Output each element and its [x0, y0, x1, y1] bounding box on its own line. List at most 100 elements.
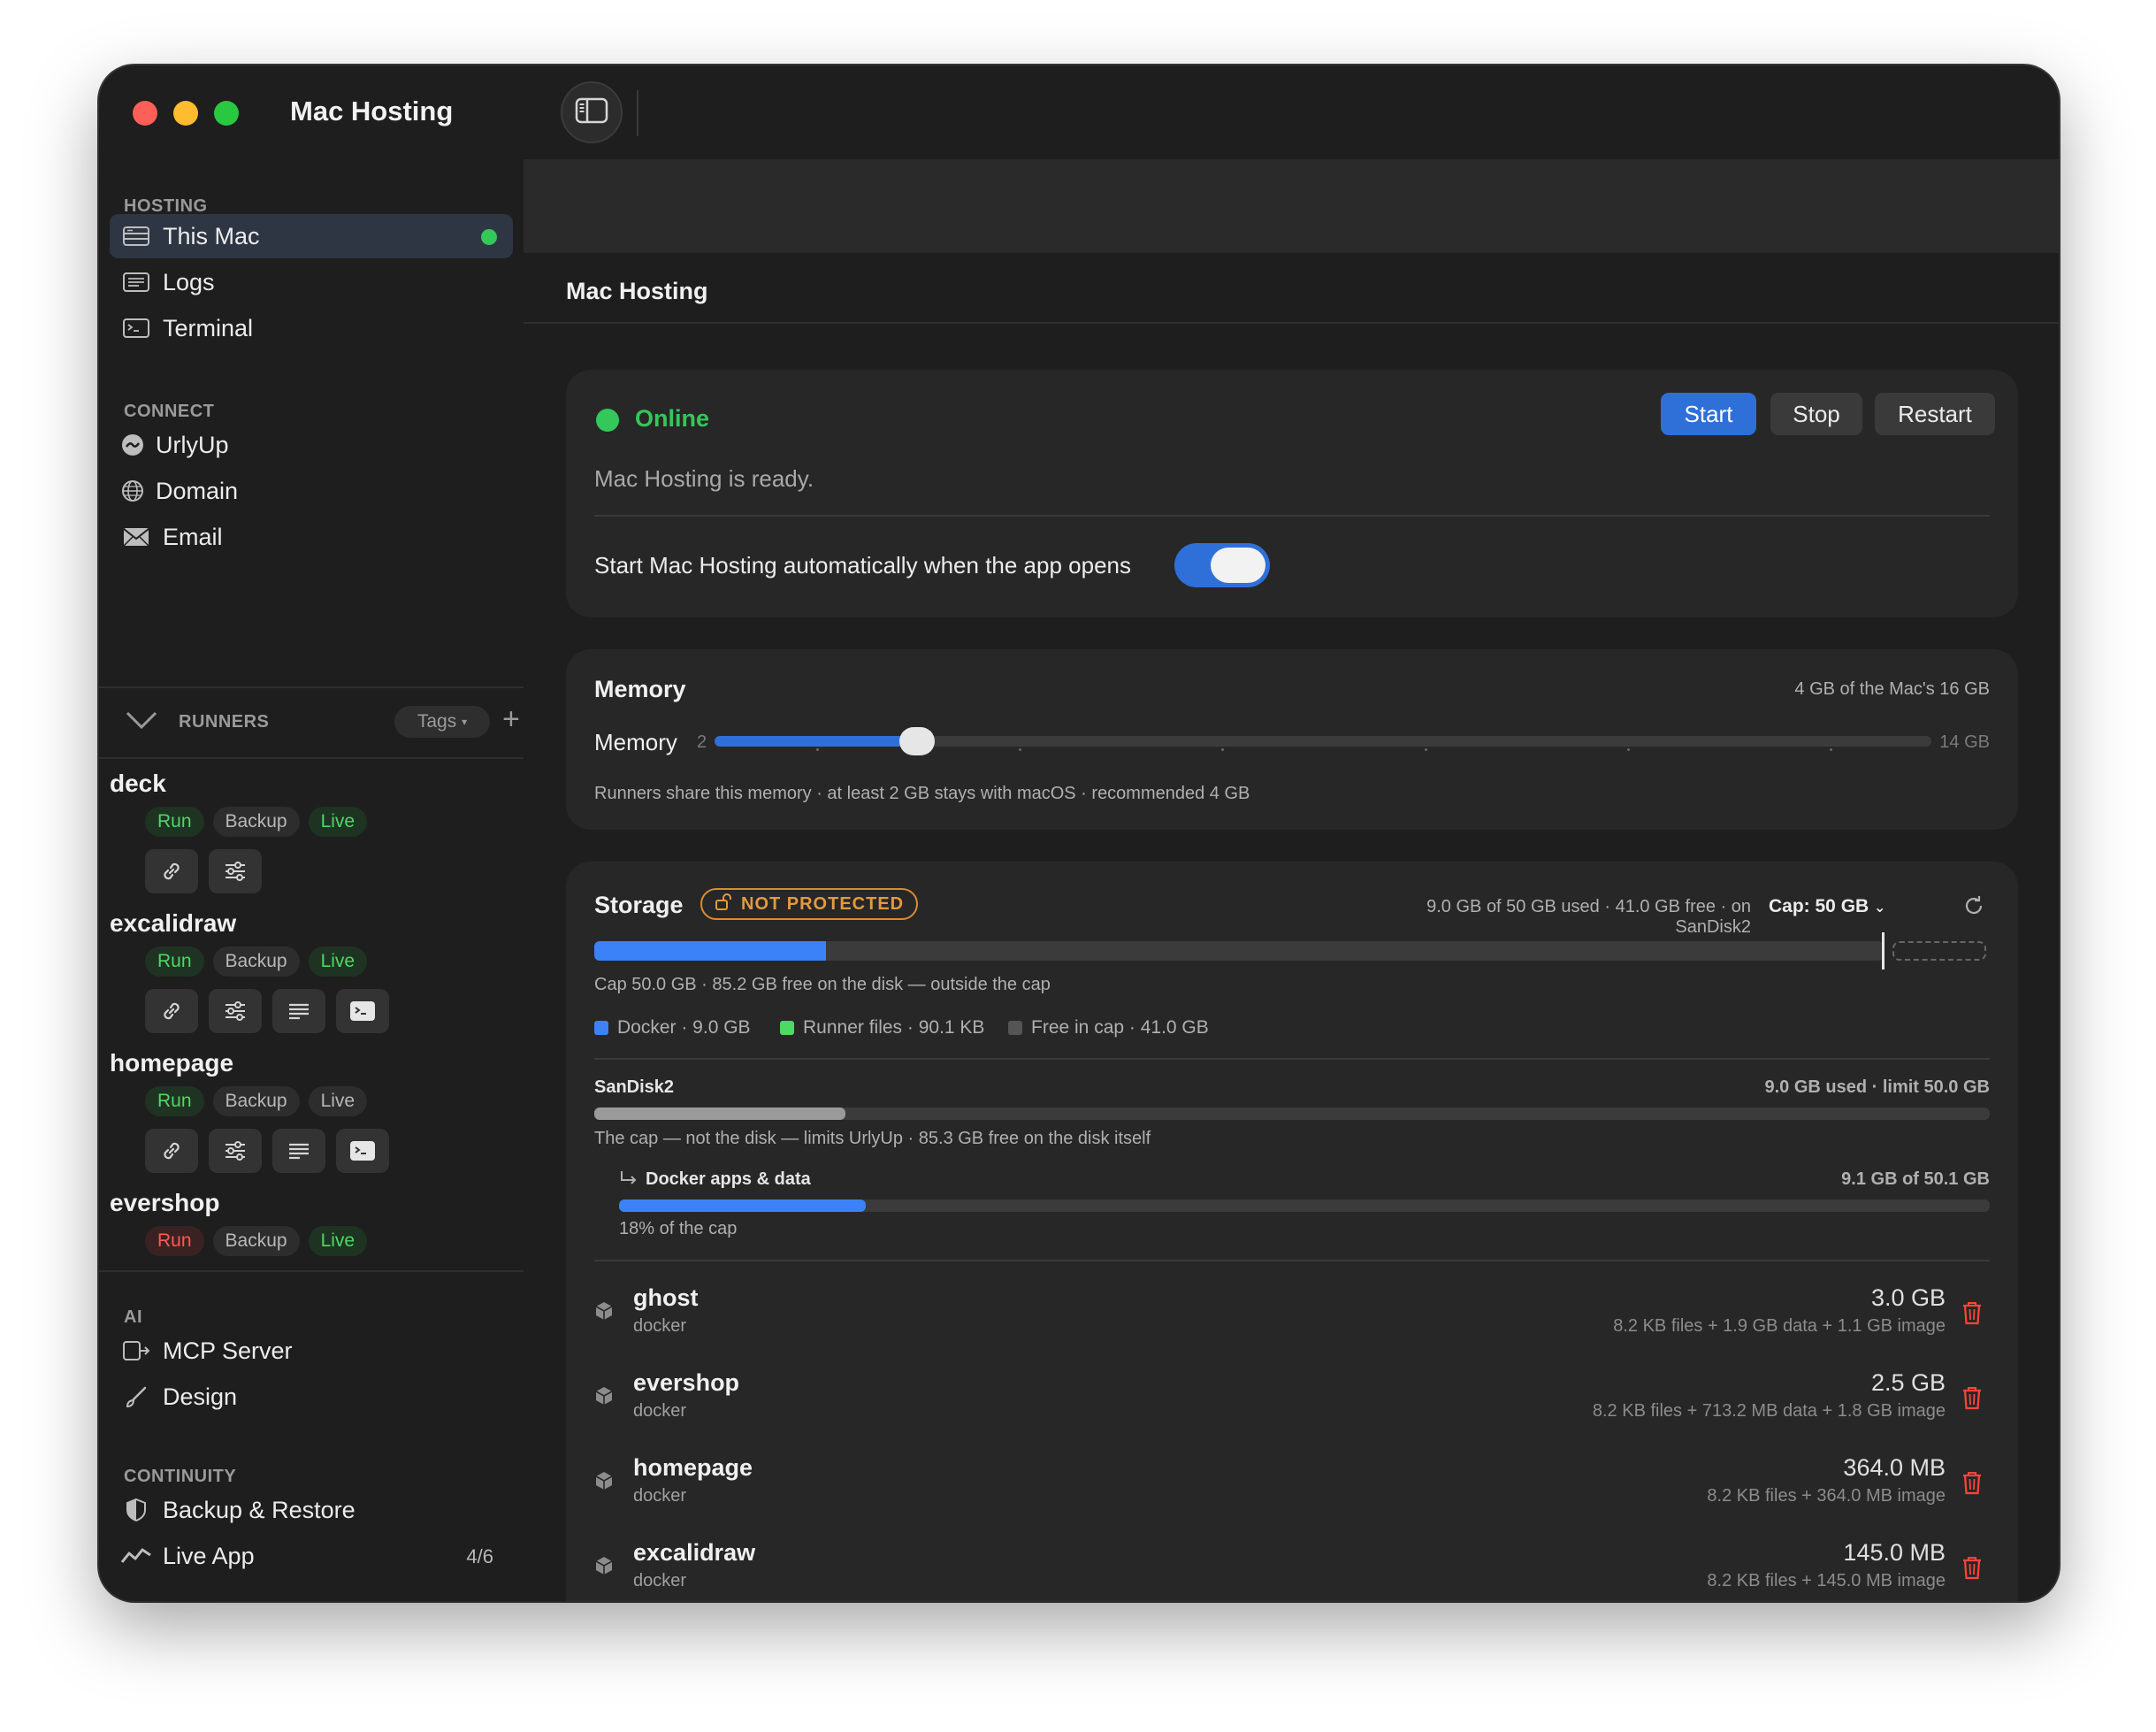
backup-badge[interactable]: Backup — [212, 1086, 300, 1116]
sidebar-divider — [99, 757, 524, 759]
sidebar-item-live-app[interactable]: Live App 4/6 — [110, 1534, 513, 1578]
runner-tools — [145, 989, 389, 1033]
slider-tick — [1830, 748, 1833, 751]
sidebar-item-mcp-server[interactable]: MCP Server — [110, 1329, 513, 1373]
sidebar-item-label: MCP Server — [163, 1337, 293, 1364]
outside-cap-bar — [1892, 941, 1986, 961]
docker-group-name: Docker apps & data — [646, 1169, 811, 1189]
add-runner-button[interactable]: + — [502, 702, 520, 737]
sidebar-item-logs[interactable]: Logs — [110, 260, 513, 304]
live-badge[interactable]: Live — [308, 1226, 368, 1256]
sidebar-item-domain[interactable]: Domain — [110, 469, 513, 513]
backup-badge[interactable]: Backup — [212, 807, 300, 837]
row-detail: 8.2 KB files + 145.0 MB image — [1707, 1571, 1946, 1590]
sliders-icon[interactable] — [209, 1129, 262, 1173]
trash-icon[interactable] — [1961, 1555, 1983, 1584]
row-type: docker — [633, 1486, 687, 1506]
live-app-count: 4/6 — [466, 1545, 493, 1567]
runner-name-evershop[interactable]: evershop — [110, 1189, 220, 1217]
section-continuity: CONTINUITY — [124, 1467, 237, 1486]
card-divider — [594, 1058, 1990, 1060]
memory-card: Memory 4 GB of the Mac's 16 GB Memory 2 … — [566, 649, 2018, 830]
sidebar-item-label: UrlyUp — [156, 431, 229, 458]
not-protected-badge[interactable]: NOT PROTECTED — [700, 888, 919, 920]
sidebar-item-design[interactable]: Design — [110, 1375, 513, 1419]
run-badge[interactable]: Run — [145, 1226, 204, 1256]
link-icon[interactable] — [145, 989, 198, 1033]
card-divider — [594, 515, 1990, 517]
legend-free: Free in cap · 41.0 GB — [1008, 1017, 1209, 1038]
shield-icon — [117, 1498, 156, 1522]
chevron-down-icon[interactable] — [124, 709, 159, 735]
list-icon — [117, 272, 156, 293]
row-type: docker — [633, 1401, 687, 1421]
app-title: Mac Hosting — [290, 96, 454, 126]
sliders-icon[interactable] — [209, 849, 262, 893]
memory-slider-thumb[interactable] — [899, 727, 936, 755]
trash-icon[interactable] — [1961, 1385, 1983, 1414]
run-badge[interactable]: Run — [145, 1086, 204, 1116]
stop-button[interactable]: Stop — [1770, 393, 1862, 435]
close-window-button[interactable] — [133, 101, 157, 126]
live-badge[interactable]: Live — [308, 807, 368, 837]
sidebar-item-label: Logs — [163, 268, 215, 295]
live-badge[interactable]: Live — [308, 946, 368, 977]
zoom-window-button[interactable] — [214, 101, 239, 126]
docker-usage-fill — [619, 1199, 866, 1212]
sidebar-item-email[interactable]: Email — [110, 515, 513, 559]
refresh-icon[interactable] — [1961, 893, 1986, 923]
minimize-window-button[interactable] — [173, 101, 198, 126]
start-button[interactable]: Start — [1661, 393, 1756, 435]
row-name: evershop — [633, 1369, 740, 1396]
sidebar-item-backup-restore[interactable]: Backup & Restore — [110, 1488, 513, 1532]
terminal-icon[interactable] — [336, 1129, 389, 1173]
envelope-icon — [117, 527, 156, 547]
restart-button[interactable]: Restart — [1875, 393, 1995, 435]
row-name: excalidraw — [633, 1539, 756, 1566]
header-divider — [524, 322, 2059, 324]
sliders-icon[interactable] — [209, 989, 262, 1033]
runner-name-homepage[interactable]: homepage — [110, 1049, 233, 1077]
tags-filter-button[interactable]: Tags ▾ — [394, 706, 490, 738]
text-lines-icon[interactable] — [272, 1129, 325, 1173]
sidebar-item-this-mac[interactable]: This Mac — [110, 214, 513, 258]
backup-badge[interactable]: Backup — [212, 946, 300, 977]
row-name: ghost — [633, 1284, 699, 1311]
row-type: docker — [633, 1571, 687, 1590]
cap-dropdown[interactable]: Cap: 50 GB ⌄ — [1769, 896, 1885, 917]
status-card: Online Start Stop Restart Mac Hosting is… — [566, 370, 2018, 617]
row-detail: 8.2 KB files + 1.9 GB data + 1.1 GB imag… — [1613, 1316, 1946, 1336]
run-badge[interactable]: Run — [145, 946, 204, 977]
cap-marker[interactable] — [1882, 932, 1885, 969]
row-type: docker — [633, 1316, 687, 1336]
runner-name-excalidraw[interactable]: excalidraw — [110, 909, 236, 938]
status-label: Online — [635, 405, 710, 432]
chevron-down-icon: ⌄ — [1874, 900, 1886, 916]
row-name: homepage — [633, 1454, 753, 1481]
trash-icon[interactable] — [1961, 1300, 1983, 1330]
memory-caption: Runners share this memory · at least 2 G… — [594, 784, 1250, 803]
sidebar-item-urlyup[interactable]: UrlyUp — [110, 423, 513, 467]
memory-slider-fill — [715, 736, 918, 747]
slider-tick — [1424, 748, 1427, 751]
urlyup-icon — [117, 433, 149, 456]
package-icon — [594, 1300, 614, 1326]
live-badge[interactable]: Live — [308, 1086, 368, 1116]
memory-title: Memory — [594, 676, 686, 702]
runner-name-deck[interactable]: deck — [110, 770, 166, 798]
disk-name: SanDisk2 — [594, 1077, 675, 1097]
runner-tools — [145, 849, 262, 893]
disk-usage-fill — [594, 1107, 846, 1120]
terminal-icon[interactable] — [336, 989, 389, 1033]
autostart-toggle[interactable] — [1174, 543, 1270, 587]
trash-icon[interactable] — [1961, 1470, 1983, 1499]
legend-runner-files: Runner files · 90.1 KB — [780, 1017, 984, 1038]
link-icon[interactable] — [145, 849, 198, 893]
text-lines-icon[interactable] — [272, 989, 325, 1033]
memory-slider-track[interactable] — [715, 736, 1931, 751]
link-icon[interactable] — [145, 1129, 198, 1173]
sidebar-item-terminal[interactable]: Terminal — [110, 306, 513, 350]
backup-badge[interactable]: Backup — [212, 1226, 300, 1256]
sidebar-divider — [99, 686, 524, 688]
run-badge[interactable]: Run — [145, 807, 204, 837]
